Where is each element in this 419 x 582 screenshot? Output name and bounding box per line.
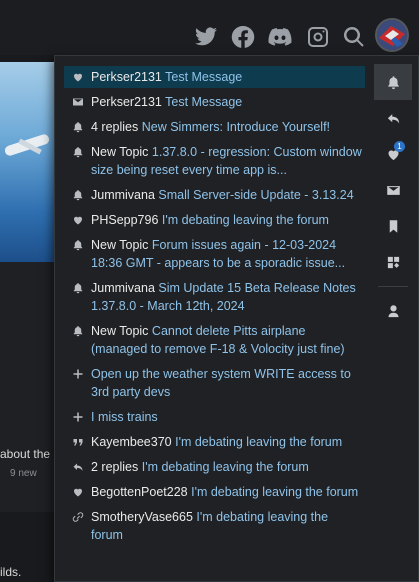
notification-topic: I'm debating leaving the forum — [161, 213, 329, 227]
notification-actor: SmotheryVase665 — [91, 510, 193, 524]
twitter-icon[interactable] — [193, 24, 219, 50]
notification-topic: I'm debating leaving the forum — [175, 435, 343, 449]
search-icon[interactable] — [341, 24, 367, 50]
notification-actor: BegottenPoet228 — [91, 485, 188, 499]
bell-icon — [70, 322, 86, 340]
bell-icon — [386, 75, 401, 90]
notification-actor: New Topic — [91, 324, 149, 338]
notification-item[interactable]: New Topic 1.37.8.0 - regression: Custom … — [64, 141, 365, 181]
notification-text: Open up the weather system WRITE access … — [91, 365, 363, 401]
bookmark-icon — [386, 219, 401, 234]
notification-text: Perkser2131 Test Message — [91, 68, 363, 86]
notification-item[interactable]: 2 replies I'm debating leaving the forum — [64, 456, 365, 478]
notification-item[interactable]: 4 replies New Simmers: Introduce Yoursel… — [64, 116, 365, 138]
notification-actor: New Topic — [91, 238, 149, 252]
bell-icon — [70, 279, 86, 297]
facebook-icon[interactable] — [230, 24, 256, 50]
notification-text: SmotheryVase665 I'm debating leaving the… — [91, 508, 363, 544]
notification-list: Perkser2131 Test Message Perkser2131 Test… — [64, 66, 365, 546]
notification-actor: PHSepp796 — [91, 213, 159, 227]
envelope-icon — [70, 93, 86, 111]
notification-text: 4 replies New Simmers: Introduce Yoursel… — [91, 118, 363, 136]
notification-item[interactable]: Perkser2131 Test Message — [64, 91, 365, 113]
notification-actor: New Topic — [91, 145, 149, 159]
user-icon — [386, 304, 401, 319]
tab-bookmark[interactable] — [374, 208, 412, 244]
notification-item[interactable]: Kayembee370 I'm debating leaving the for… — [64, 431, 365, 453]
notification-topic: Small Server-side Update - 3.13.24 — [158, 188, 354, 202]
bell-icon — [70, 118, 86, 136]
notification-actor: Perkser2131 — [91, 70, 162, 84]
bell-icon — [70, 236, 86, 254]
tab-reply[interactable] — [374, 100, 412, 136]
heart-icon — [70, 68, 86, 86]
user-menu-panel: Perkser2131 Test Message Perkser2131 Test… — [54, 55, 419, 582]
notification-item[interactable]: New Topic Cannot delete Pitts airplane (… — [64, 320, 365, 360]
notification-text: 2 replies I'm debating leaving the forum — [91, 458, 363, 476]
notification-actor: Perkser2131 — [91, 95, 162, 109]
link-icon — [70, 508, 86, 526]
tab-user[interactable] — [374, 293, 412, 329]
notification-item[interactable]: Jummivana Sim Update 15 Beta Release Not… — [64, 277, 365, 317]
grid-icon — [386, 255, 401, 270]
discord-icon[interactable] — [267, 24, 293, 50]
notification-text: Jummivana Sim Update 15 Beta Release Not… — [91, 279, 363, 315]
user-menu-tabs: 1 — [374, 64, 412, 329]
notification-item[interactable]: Open up the weather system WRITE access … — [64, 363, 365, 403]
instagram-icon[interactable] — [305, 24, 331, 50]
notification-topic: I miss trains — [91, 410, 158, 424]
reply-icon — [70, 458, 86, 476]
reply-icon — [386, 111, 401, 126]
notification-item[interactable]: New Topic Forum issues again - 12-03-202… — [64, 234, 365, 274]
notification-item[interactable]: PHSepp796 I'm debating leaving the forum — [64, 209, 365, 231]
avatar — [377, 20, 407, 50]
notification-topic: I'm debating leaving the forum — [191, 485, 359, 499]
tab-envelope[interactable] — [374, 172, 412, 208]
background-snippet: about the — [0, 447, 51, 461]
rail-divider — [378, 286, 408, 287]
tab-bell[interactable] — [374, 64, 412, 100]
notification-item[interactable]: SmotheryVase665 I'm debating leaving the… — [64, 506, 365, 546]
notification-topic: Test Message — [165, 70, 243, 84]
notification-text: New Topic 1.37.8.0 - regression: Custom … — [91, 143, 363, 179]
envelope-icon — [386, 183, 401, 198]
notification-text: Kayembee370 I'm debating leaving the for… — [91, 433, 363, 451]
notification-item[interactable]: Jummivana Small Server-side Update - 3.1… — [64, 184, 365, 206]
notification-item[interactable]: BegottenPoet228 I'm debating leaving the… — [64, 481, 365, 503]
tab-grid[interactable] — [374, 244, 412, 280]
notification-text: I miss trains — [91, 408, 363, 426]
notification-topic: New Simmers: Introduce Yourself! — [141, 120, 331, 134]
notification-text: PHSepp796 I'm debating leaving the forum — [91, 211, 363, 229]
background-meta: 9 new — [10, 468, 37, 479]
heart-icon — [70, 483, 86, 501]
notification-text: New Topic Cannot delete Pitts airplane (… — [91, 322, 363, 358]
plus-icon — [70, 365, 86, 383]
notification-actor: 2 replies — [91, 460, 139, 474]
notification-text: Jummivana Small Server-side Update - 3.1… — [91, 186, 363, 204]
notification-text: Perkser2131 Test Message — [91, 93, 363, 111]
notification-actor: 4 replies — [91, 120, 139, 134]
tab-heart[interactable]: 1 — [374, 136, 412, 172]
notification-topic: Open up the weather system WRITE access … — [91, 367, 351, 399]
bell-icon — [70, 143, 86, 161]
notification-topic: Test Message — [165, 95, 243, 109]
notification-text: New Topic Forum issues again - 12-03-202… — [91, 236, 363, 272]
hero-image — [0, 62, 56, 262]
heart-icon — [70, 211, 86, 229]
bell-icon — [70, 186, 86, 204]
user-avatar-button[interactable] — [375, 18, 409, 52]
background-bottom-text: ilds. — [0, 565, 22, 579]
notification-badge: 1 — [394, 141, 405, 152]
quote-icon — [70, 433, 86, 451]
notification-topic: I'm debating leaving the forum — [141, 460, 309, 474]
notification-item[interactable]: I miss trains — [64, 406, 365, 428]
notification-text: BegottenPoet228 I'm debating leaving the… — [91, 483, 363, 501]
notification-actor: Jummivana — [91, 188, 155, 202]
notification-actor: Jummivana — [91, 281, 155, 295]
plus-icon — [70, 408, 86, 426]
notification-item[interactable]: Perkser2131 Test Message — [64, 66, 365, 88]
notification-actor: Kayembee370 — [91, 435, 172, 449]
